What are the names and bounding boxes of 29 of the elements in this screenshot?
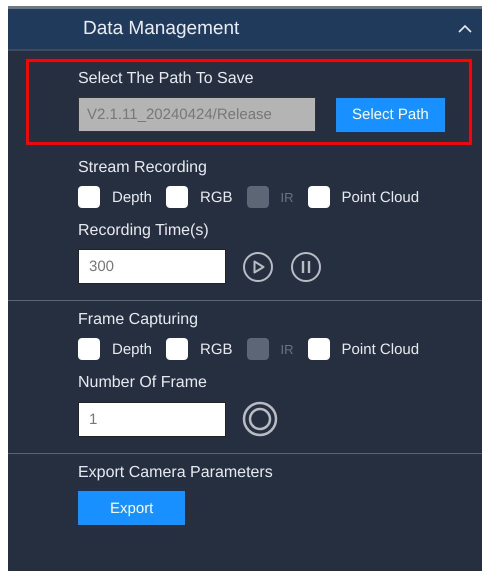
checkbox-label: Depth — [112, 340, 152, 358]
play-icon[interactable] — [242, 250, 274, 282]
checkbox-label: Depth — [112, 188, 152, 206]
checkbox[interactable] — [78, 186, 100, 208]
select-path-button[interactable]: Select Path — [336, 98, 445, 132]
frame-count-field[interactable]: 1 — [78, 402, 226, 436]
checkbox[interactable] — [308, 338, 330, 360]
export-button[interactable]: Export — [78, 491, 186, 525]
section-title: Select The Path To Save — [78, 70, 255, 88]
checkbox-label: IR — [280, 342, 294, 356]
checkbox-label: Point Cloud — [342, 340, 420, 358]
field-label: Number Of Frame — [78, 374, 208, 392]
checkbox[interactable] — [166, 186, 188, 208]
pause-icon[interactable] — [290, 250, 322, 282]
checkbox-label: RGB — [200, 340, 233, 358]
checkbox-label: Point Cloud — [342, 188, 420, 206]
recording-time-field[interactable]: 300 — [78, 249, 226, 284]
section-title: Frame Capturing — [78, 311, 200, 329]
checkbox[interactable] — [308, 186, 330, 208]
collapse-chevron-icon[interactable] — [458, 24, 472, 34]
section-title: Export Camera Parameters — [78, 464, 274, 482]
checkbox[interactable] — [78, 338, 100, 360]
checkbox[interactable] — [166, 338, 188, 360]
field-label: Recording Time(s) — [78, 222, 210, 240]
section-title: Stream Recording — [78, 159, 208, 177]
checkbox-label: RGB — [200, 188, 233, 206]
capture-icon[interactable] — [242, 401, 278, 437]
checkbox-label: IR — [280, 190, 294, 204]
panel-title: Data Management — [83, 18, 240, 40]
